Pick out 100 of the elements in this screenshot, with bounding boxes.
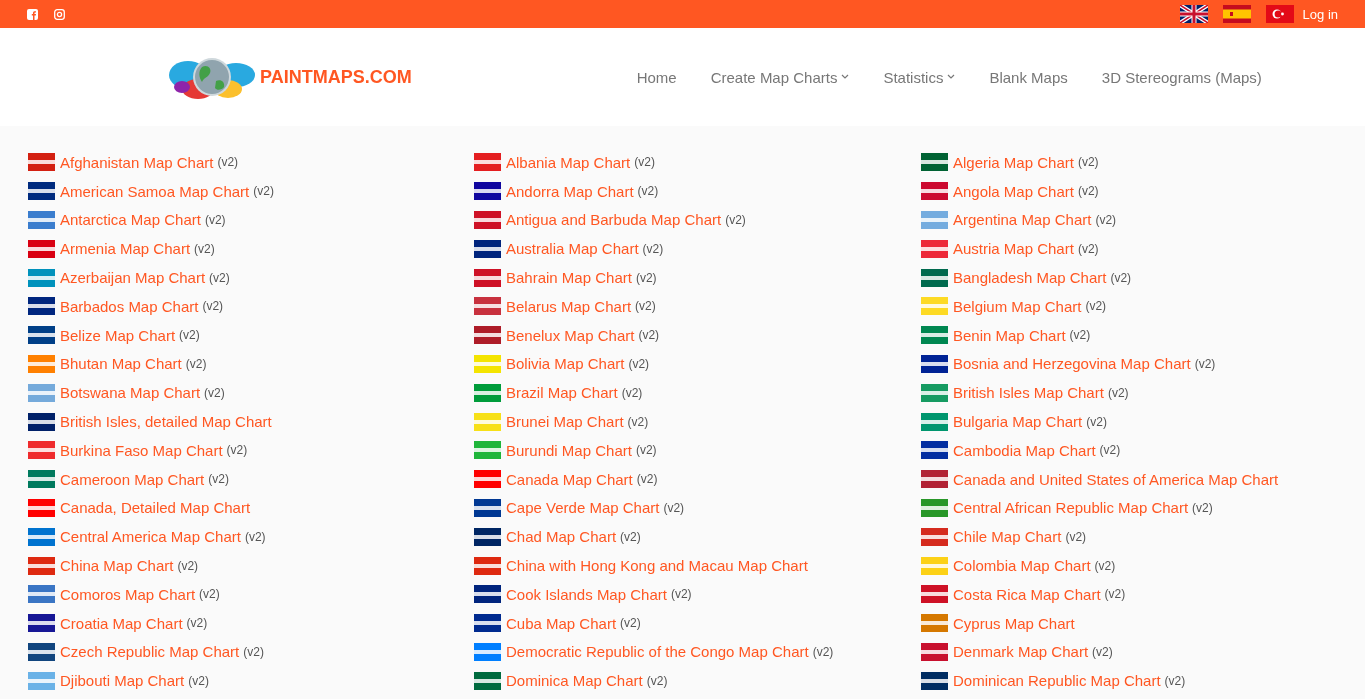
- nav-link[interactable]: Statistics: [866, 68, 973, 86]
- map-chart-link[interactable]: Algeria Map Chart: [953, 153, 1074, 171]
- map-chart-link[interactable]: Costa Rica Map Chart: [953, 585, 1101, 603]
- map-chart-link[interactable]: Comoros Map Chart: [60, 585, 196, 603]
- map-chart-link[interactable]: Cuba Map Chart: [506, 614, 617, 632]
- map-chart-link[interactable]: Cameroon Map Chart: [60, 470, 205, 488]
- map-chart-link[interactable]: Canada Map Chart: [506, 470, 633, 488]
- map-chart-link[interactable]: Cook Islands Map Chart: [506, 585, 667, 603]
- map-chart-link[interactable]: Denmark Map Chart: [953, 643, 1089, 661]
- map-chart-link[interactable]: Chile Map Chart: [953, 528, 1062, 546]
- map-chart-link[interactable]: Czech Republic Map Chart: [60, 643, 240, 661]
- map-chart-link[interactable]: Dominican Republic Map Chart: [953, 672, 1161, 690]
- map-chart-link[interactable]: Bulgaria Map Chart: [953, 413, 1083, 431]
- version-label: (v2): [177, 558, 199, 573]
- map-chart-link[interactable]: Burkina Faso Map Chart: [60, 441, 223, 459]
- map-chart-link[interactable]: Cyprus Map Chart: [953, 614, 1075, 632]
- version-label: (v2): [199, 587, 220, 602]
- map-chart-link[interactable]: Botswana Map Chart: [60, 384, 201, 402]
- version-label: (v2): [628, 356, 650, 371]
- map-chart-link[interactable]: China Map Chart: [60, 557, 174, 575]
- instagram-icon[interactable]: [54, 8, 65, 20]
- map-chart-link[interactable]: Central America Map Chart: [60, 528, 241, 546]
- chevron-icon: [947, 74, 956, 80]
- version-label: (v2): [1164, 673, 1186, 688]
- version-label: (v2): [208, 472, 229, 487]
- version-label: (v2): [635, 270, 657, 285]
- version-label: (v2): [638, 328, 660, 343]
- version-label: (v2): [217, 155, 239, 170]
- map-chart-link[interactable]: Bolivia Map Chart: [506, 355, 625, 373]
- map-chart-link[interactable]: Colombia Map Chart: [953, 557, 1091, 575]
- map-chart-link[interactable]: Djibouti Map Chart: [60, 672, 185, 690]
- map-chart-link[interactable]: Cambodia Map Chart: [953, 441, 1096, 459]
- nav-link[interactable]: 3D Stereograms (Maps): [1084, 68, 1279, 86]
- map-chart-link[interactable]: Canada and United States of America Map Chart: [953, 470, 1279, 488]
- version-label: (v2): [253, 184, 274, 199]
- version-label: (v2): [642, 241, 664, 256]
- version-label: (v2): [204, 213, 226, 227]
- nav-link[interactable]: Home: [619, 68, 694, 86]
- version-label: (v2): [1194, 356, 1216, 371]
- map-chart-link[interactable]: Dominica Map Chart: [506, 672, 643, 690]
- map-chart-link[interactable]: American Samoa Map Chart: [60, 182, 250, 200]
- map-chart-link[interactable]: Central African Republic Map Chart: [953, 499, 1189, 517]
- map-chart-link[interactable]: Azerbaijan Map Chart: [60, 269, 206, 287]
- version-label: (v2): [1104, 587, 1126, 602]
- map-chart-link[interactable]: Benelux Map Chart: [506, 326, 635, 344]
- version-label: (v2): [1065, 529, 1087, 544]
- map-chart-link[interactable]: Antigua and Barbuda Map Chart: [506, 211, 722, 229]
- map-chart-link[interactable]: Cape Verde Map Chart: [506, 499, 660, 517]
- map-chart-link[interactable]: Democratic Republic of the Congo Map Chart: [506, 643, 809, 661]
- map-chart-link[interactable]: China with Hong Kong and Macau Map Chart: [506, 557, 808, 575]
- map-chart-link[interactable]: Canada, Detailed Map Chart: [60, 499, 251, 517]
- nav-link[interactable]: Blank Maps: [972, 68, 1085, 86]
- map-chart-link[interactable]: British Isles, detailed Map Chart: [60, 413, 272, 431]
- map-chart-link[interactable]: Belize Map Chart: [60, 326, 176, 344]
- uk-flag-icon[interactable]: [1179, 5, 1208, 23]
- map-chart-link[interactable]: Bhutan Map Chart: [60, 355, 182, 373]
- version-label: (v2): [202, 299, 224, 314]
- map-chart-link[interactable]: Croatia Map Chart: [60, 614, 183, 632]
- map-chart-link[interactable]: Angola Map Chart: [953, 182, 1074, 200]
- map-chart-link[interactable]: Burundi Map Chart: [506, 441, 632, 459]
- map-chart-link[interactable]: Brunei Map Chart: [506, 413, 624, 431]
- facebook-icon[interactable]: [27, 8, 38, 20]
- map-chart-link[interactable]: Benin Map Chart: [953, 326, 1066, 344]
- version-label: (v2): [1085, 299, 1107, 314]
- login-link[interactable]: Log in: [1302, 6, 1338, 22]
- map-chart-link[interactable]: Brazil Map Chart: [506, 384, 618, 402]
- map-chart-link[interactable]: Bangladesh Map Chart: [953, 269, 1107, 287]
- version-label: (v2): [621, 385, 643, 400]
- map-chart-link[interactable]: Andorra Map Chart: [506, 182, 634, 200]
- map-chart-link[interactable]: Bosnia and Herzegovina Map Chart: [953, 355, 1191, 373]
- map-chart-link[interactable]: Chad Map Chart: [506, 528, 617, 546]
- map-chart-link[interactable]: Barbados Map Chart: [60, 297, 199, 315]
- version-label: (v2): [1086, 414, 1107, 429]
- version-label: (v2): [1095, 213, 1117, 227]
- map-chart-link[interactable]: Afghanistan Map Chart: [60, 153, 214, 171]
- map-chart-link[interactable]: Australia Map Chart: [506, 240, 639, 258]
- map-chart-link[interactable]: Austria Map Chart: [953, 240, 1074, 258]
- map-chart-link[interactable]: Belgium Map Chart: [953, 297, 1082, 315]
- map-chart-link[interactable]: Argentina Map Chart: [953, 211, 1092, 229]
- nav-link[interactable]: Create Map Charts: [693, 68, 867, 86]
- version-label: (v2): [179, 328, 200, 343]
- version-label: (v2): [812, 644, 834, 659]
- spain-flag-icon[interactable]: [1222, 5, 1251, 23]
- version-label: (v2): [635, 443, 657, 458]
- map-chart-link[interactable]: British Isles Map Chart: [953, 384, 1104, 402]
- version-label: (v2): [646, 673, 668, 688]
- version-label: (v2): [204, 385, 225, 400]
- version-label: (v2): [636, 472, 658, 487]
- version-label: (v2): [635, 299, 656, 314]
- map-chart-link[interactable]: Bahrain Map Chart: [506, 269, 632, 287]
- map-chart-link[interactable]: Belarus Map Chart: [506, 297, 632, 315]
- version-label: (v2): [1092, 644, 1113, 659]
- version-label: (v2): [620, 529, 641, 544]
- turkey-flag-icon[interactable]: [1265, 5, 1294, 23]
- map-chart-link[interactable]: Antarctica Map Chart: [60, 211, 201, 229]
- version-label: (v2): [1077, 241, 1099, 256]
- map-chart-link[interactable]: Albania Map Chart: [506, 153, 631, 171]
- map-chart-link[interactable]: Armenia Map Chart: [60, 240, 191, 258]
- version-label: (v2): [244, 529, 266, 544]
- site-logo-text[interactable]: PAINTMAPS.COM: [260, 66, 412, 88]
